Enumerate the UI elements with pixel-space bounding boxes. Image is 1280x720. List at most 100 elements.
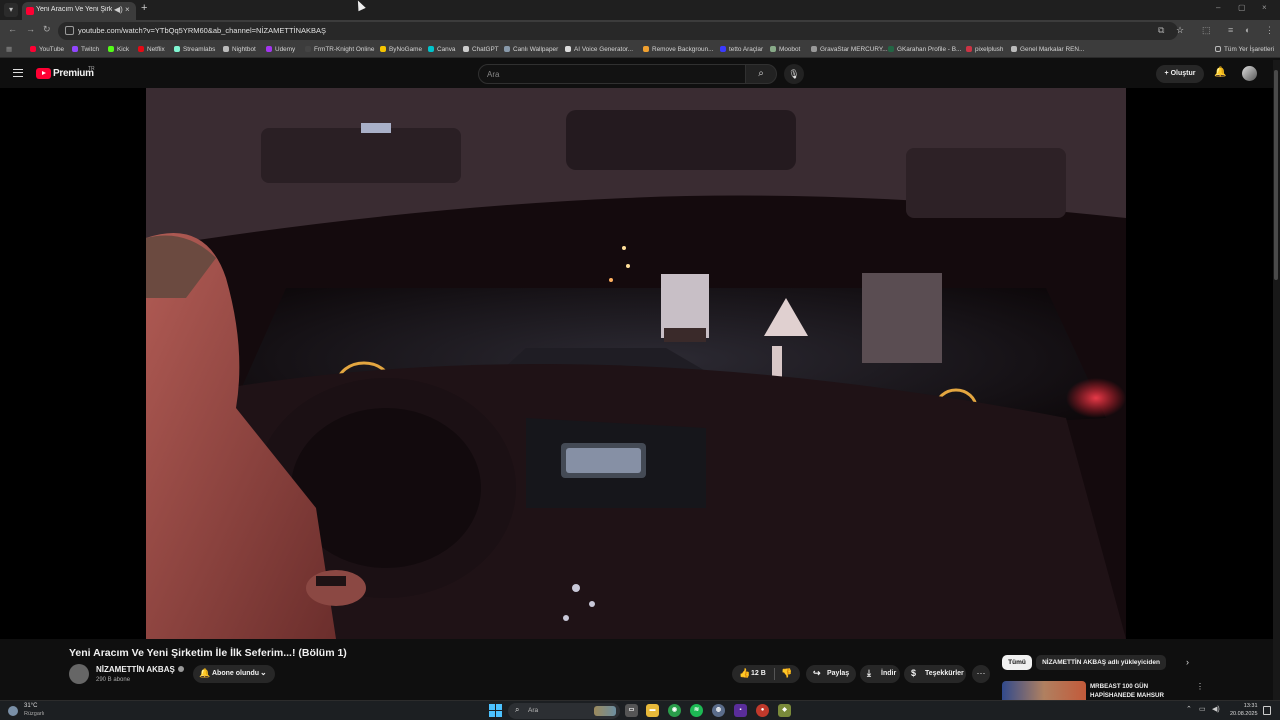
bookmark-wallpaper[interactable]: Canlı Wallpaper — [504, 45, 558, 55]
all-bookmarks-folder[interactable]: Tüm Yer İşaretleri — [1215, 45, 1274, 55]
thumbs-down-icon[interactable]: 👎 — [781, 668, 792, 679]
create-button[interactable]: + Oluştur — [1156, 65, 1204, 83]
bookmark-frmtr[interactable]: FrmTR-Knight Online — [305, 45, 374, 55]
genel-markalar-icon — [1011, 46, 1017, 52]
notification-icon[interactable] — [1263, 706, 1271, 715]
chevron-right-icon[interactable]: › — [1186, 657, 1189, 667]
extensions-icon[interactable]: ⬚ — [1202, 25, 1211, 36]
subscribe-button[interactable]: 🔔 Abone olundu ⌄ — [193, 665, 275, 683]
bookmark-youtube[interactable]: YouTube — [30, 45, 64, 55]
bookmark-gkarahan[interactable]: GKarahan Profile - B... — [888, 45, 961, 55]
system-clock[interactable]: 13:31 20.08.2025 — [1230, 702, 1258, 718]
recommended-title[interactable]: MRBEAST 100 GÜN HAPİSHANEDE MAHSUR — [1090, 682, 1180, 700]
taskbar-search[interactable]: ⌕ Ara — [508, 703, 620, 719]
bookmark-udemy[interactable]: Udemy — [266, 45, 295, 55]
notifications-bell-icon[interactable]: 🔔 — [1214, 67, 1226, 78]
chrome-icon[interactable]: ◉ — [668, 704, 681, 717]
video-title: Yeni Aracım Ve Yeni Şirketim İle İlk Sef… — [69, 647, 347, 659]
like-count[interactable]: 12 B — [751, 670, 766, 677]
network-icon[interactable]: ▭ — [1199, 705, 1206, 713]
voice-search-icon[interactable]: 🎙 — [784, 64, 804, 84]
weather-desc: Rüzgarlı — [24, 711, 45, 717]
recommended-more-icon[interactable]: ⋮ — [1196, 682, 1204, 691]
bookmark-bynogame[interactable]: ByNoGame — [380, 45, 422, 55]
clock-time: 13:31 — [1243, 703, 1258, 709]
bookmark-streamlabs[interactable]: Streamlabs — [174, 45, 215, 55]
bookmark-netflix[interactable]: Netflix — [138, 45, 165, 55]
channel-name[interactable]: NİZAMETTİN AKBAŞ — [96, 665, 184, 674]
browser-app-icon[interactable]: ● — [756, 704, 769, 717]
weather-temp: 31°C — [24, 703, 38, 709]
video-frame[interactable] — [146, 88, 1126, 639]
apps-grid-icon[interactable]: ▦ — [6, 45, 12, 55]
speaker-icon[interactable]: ◀) — [114, 5, 123, 14]
volume-icon[interactable]: ◀) — [1212, 705, 1220, 713]
bookmark-star-icon[interactable]: ☆ — [1176, 25, 1184, 36]
bookmark-canva[interactable]: Canva — [428, 45, 455, 55]
bookmark-pixelplush[interactable]: pixelplush — [966, 45, 1003, 55]
bookmark-gravastar[interactable]: GravaStar MERCURY... — [811, 45, 888, 55]
site-info-icon[interactable] — [65, 26, 74, 35]
search-button[interactable]: ⌕ — [745, 64, 777, 84]
bookmark-label: Udemy — [275, 46, 296, 53]
share-button[interactable]: ↪ Paylaş — [806, 665, 856, 683]
address-bar[interactable]: youtube.com/watch?v=YTbQq5YRM60&ab_chann… — [58, 22, 1184, 40]
task-view-icon[interactable]: ▭ — [625, 704, 638, 717]
download-button[interactable]: ⤓ İndir — [860, 665, 900, 683]
steam-icon[interactable]: ◍ — [712, 704, 725, 717]
streamlabs-icon — [174, 46, 180, 52]
app-icon[interactable]: ▪ — [734, 704, 747, 717]
video-player[interactable] — [0, 88, 1273, 639]
bookmark-twitch[interactable]: Twitch — [72, 45, 99, 55]
new-tab-button[interactable]: + — [141, 2, 147, 14]
windows-start-icon[interactable] — [489, 704, 502, 717]
maximize-button[interactable]: ▢ — [1238, 3, 1246, 12]
bookmark-label: Moobot — [779, 46, 801, 53]
bookmark-nightbot[interactable]: Nightbot — [223, 45, 256, 55]
tray-overflow-icon[interactable]: ⌃ — [1186, 705, 1192, 713]
bookmark-genel-markalar[interactable]: Genel Markalar REN... — [1011, 45, 1084, 55]
reload-button[interactable]: ↻ — [43, 24, 51, 35]
tab-search-button[interactable]: ▾ — [4, 3, 18, 17]
spotify-icon[interactable]: ≋ — [690, 704, 703, 717]
reading-list-icon[interactable]: ≡ — [1228, 25, 1233, 35]
minimize-button[interactable]: – — [1216, 3, 1220, 12]
more-actions-icon[interactable]: ⋯ — [972, 665, 990, 683]
bookmark-kick[interactable]: Kick — [108, 45, 129, 55]
chip-all[interactable]: Tümü — [1002, 655, 1032, 670]
bookmark-chatgpt[interactable]: ChatGPT — [463, 45, 499, 55]
game-app-icon[interactable]: ◆ — [778, 704, 791, 717]
chip-uploader[interactable]: NİZAMETTİN AKBAŞ adlı yükleyiciden — [1036, 655, 1166, 670]
account-avatar[interactable] — [1242, 66, 1257, 81]
menu-icon[interactable] — [13, 69, 23, 77]
bookmark-remove-bg[interactable]: Remove Backgroun... — [643, 45, 713, 55]
youtube-logo-icon[interactable] — [36, 68, 51, 79]
browser-tab-strip: ▾ Yeni Aracım Ve Yeni Şirketim ◀) × + – … — [0, 0, 1280, 20]
gravastar-icon — [811, 46, 817, 52]
bookmark-moobot[interactable]: Moobot — [770, 45, 800, 55]
bookmark-label: ChatGPT — [472, 46, 499, 53]
bookmark-label: AI Voice Generator... — [574, 46, 633, 53]
forward-button[interactable]: → — [26, 24, 35, 34]
bookmark-ai-voice[interactable]: AI Voice Generator... — [565, 45, 633, 55]
browser-menu-icon[interactable]: ⋮ — [1265, 25, 1274, 36]
netflix-icon — [138, 46, 144, 52]
file-explorer-icon[interactable]: ▬ — [646, 704, 659, 717]
active-tab[interactable]: Yeni Aracım Ve Yeni Şirketim ◀) × — [22, 2, 136, 20]
install-app-icon[interactable]: ⧉ — [1158, 25, 1164, 36]
download-label: İndir — [881, 670, 897, 677]
channel-avatar[interactable] — [69, 664, 89, 684]
close-window-button[interactable]: × — [1262, 3, 1267, 12]
search-icon: ⌕ — [758, 68, 764, 79]
thumbs-up-icon[interactable]: 👍 — [739, 668, 750, 679]
weather-widget[interactable]: 31°C Rüzgarlı — [8, 703, 68, 719]
search-input[interactable]: Ara — [478, 64, 746, 84]
bookmark-tetto[interactable]: tetto Araçlar — [720, 45, 763, 55]
back-button[interactable]: ← — [8, 24, 17, 34]
tab-close-icon[interactable]: × — [125, 5, 130, 14]
scrollbar-thumb[interactable] — [1274, 70, 1278, 280]
profile-icon[interactable]: ◐ — [1245, 25, 1250, 35]
recommended-thumbnail[interactable] — [1002, 681, 1086, 700]
bookmark-label: FrmTR-Knight Online — [314, 46, 375, 53]
thanks-button[interactable]: $ Teşekkürler — [904, 665, 966, 683]
